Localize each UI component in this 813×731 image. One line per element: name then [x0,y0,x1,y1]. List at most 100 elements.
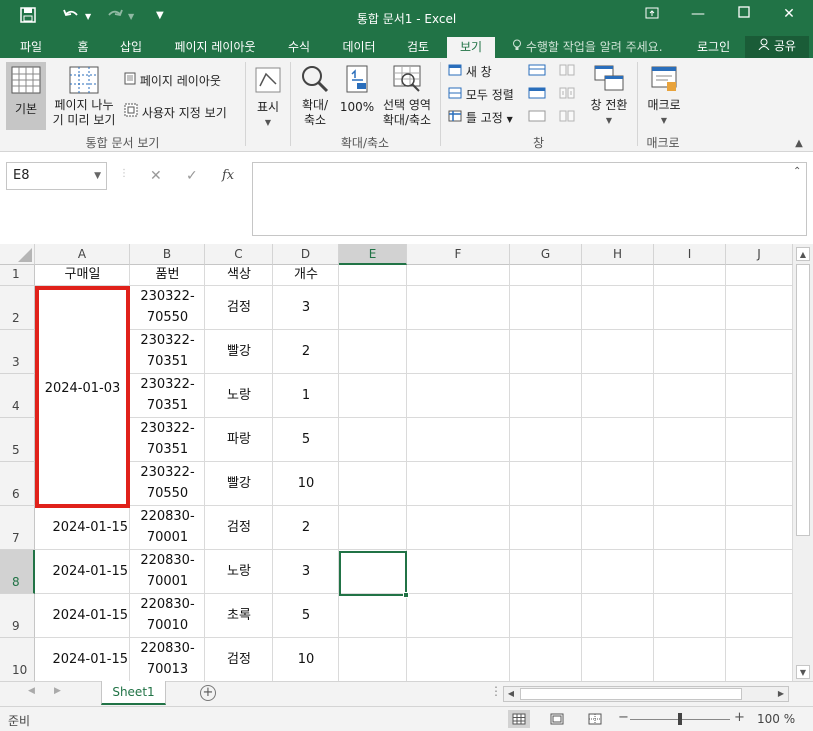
tab-page-layout[interactable]: 페이지 레이아웃 [165,37,265,58]
enter-icon[interactable]: ✓ [186,168,198,184]
collapse-ribbon-icon[interactable]: ▲ [792,136,806,151]
minimize-icon[interactable]: — [686,6,710,28]
part-number-cell-line1[interactable]: 220830- [130,550,205,571]
tab-file[interactable]: 파일 [8,37,54,58]
purchase-date-cell[interactable]: 2024-01-15 [35,605,130,627]
close-icon[interactable]: ✕ [777,6,801,28]
purchase-date-cell[interactable]: 2024-01-15 [35,649,130,671]
reset-window-position-icon[interactable] [556,110,578,126]
split-icon[interactable] [526,64,548,80]
zoom-button[interactable]: 확대/ 축소 [296,62,334,130]
part-number-cell-line2[interactable]: 70550 [130,307,205,329]
scroll-right-icon[interactable]: ▶ [775,687,787,701]
zoom-in-icon[interactable]: + [734,710,745,725]
column-header-j[interactable]: J [726,244,793,265]
macros-button[interactable]: 매크로 ▼ [642,62,686,130]
quantity-cell[interactable]: 1 [273,385,339,407]
merged-cell-a2-a6[interactable]: 2024-01-03 [35,286,130,508]
page-layout-view-icon[interactable] [546,710,568,728]
worksheet-grid[interactable]: ABCDEFGHIJ 1 2 3 4 5 6 7 8 9 10 구매일 품번 색상 개수 230322- 7… [0,244,813,681]
show-button[interactable]: 표시 ▼ [250,62,286,130]
color-cell[interactable]: 노랑 [205,561,273,583]
part-number-cell-line2[interactable]: 70351 [130,439,205,461]
zoom-to-selection-button[interactable]: 선택 영역 확대/축소 [378,62,436,130]
name-box-dropdown-icon[interactable]: ▼ [94,163,101,189]
tab-view[interactable]: 보기 [447,37,495,58]
hide-window-icon[interactable] [526,87,548,103]
login-link[interactable]: 로그인 [697,37,730,57]
color-cell[interactable]: 검정 [205,517,273,539]
column-header-e[interactable]: E [339,244,407,265]
row-header-8[interactable]: 8 [0,550,35,594]
zoom-100-button[interactable]: 100% [338,62,376,130]
name-box[interactable]: E8 ▼ [6,162,107,190]
header-cell-c[interactable]: 색상 [205,264,273,286]
tab-home[interactable]: 홈 [66,37,100,58]
header-cell-b[interactable]: 품번 [130,264,205,286]
part-number-cell-line2[interactable]: 70013 [130,659,205,681]
tab-insert[interactable]: 삽입 [112,37,150,58]
add-sheet-icon[interactable]: + [200,685,216,701]
column-header-c[interactable]: C [205,244,273,265]
zoom-slider[interactable] [630,713,730,725]
tab-formulas[interactable]: 수식 [280,37,318,58]
horizontal-scroll-thumb[interactable] [520,688,742,700]
zoom-out-icon[interactable]: − [618,710,629,725]
tab-split-handle[interactable]: ⋮ [490,684,502,698]
cancel-icon[interactable]: ✕ [150,168,162,184]
formula-input[interactable] [252,162,807,236]
row-header-9[interactable]: 9 [0,594,35,638]
page-break-view-icon[interactable] [584,710,606,728]
zoom-slider-knob[interactable] [678,713,682,725]
normal-view-icon[interactable] [508,710,530,728]
quantity-cell[interactable]: 5 [273,429,339,451]
fill-handle[interactable] [403,592,409,598]
column-header-f[interactable]: F [407,244,510,265]
part-number-cell-line2[interactable]: 70001 [130,527,205,549]
header-cell-a[interactable]: 구매일 [35,264,130,286]
part-number-cell-line1[interactable]: 220830- [130,638,205,659]
row-header-10[interactable]: 10 [0,638,35,681]
zoom-level[interactable]: 100 % [757,712,795,726]
new-window-button[interactable]: 새 창 [448,64,524,80]
part-number-cell-line2[interactable]: 70351 [130,351,205,373]
quantity-cell[interactable]: 3 [273,561,339,583]
part-number-cell-line2[interactable]: 70550 [130,483,205,505]
quantity-cell[interactable]: 5 [273,605,339,627]
part-number-cell-line1[interactable]: 220830- [130,506,205,527]
expand-formula-bar-icon[interactable]: ⌃ [793,166,801,177]
color-cell[interactable]: 검정 [205,297,273,319]
column-header-a[interactable]: A [35,244,130,265]
switch-windows-button[interactable]: 창 전환 ▼ [584,62,634,130]
quantity-cell[interactable]: 10 [273,473,339,495]
color-cell[interactable]: 노랑 [205,385,273,407]
color-cell[interactable]: 빨강 [205,473,273,495]
quantity-cell[interactable]: 2 [273,341,339,363]
tell-me-box[interactable]: 수행할 작업을 알려 주세요. [512,37,663,57]
sheet-tab-sheet1[interactable]: Sheet1 [101,681,166,705]
scroll-up-icon[interactable]: ▲ [796,247,810,261]
purchase-date-cell[interactable]: 2024-01-15 [35,517,130,539]
part-number-cell-line1[interactable]: 230322- [130,374,205,395]
custom-views-button[interactable]: 사용자 지정 보기 [124,103,239,121]
column-header-g[interactable]: G [510,244,582,265]
row-header-6[interactable]: 6 [0,462,35,506]
part-number-cell-line1[interactable]: 230322- [130,462,205,483]
color-cell[interactable]: 파랑 [205,429,273,451]
part-number-cell-line1[interactable]: 230322- [130,286,205,307]
next-sheet-icon[interactable]: ▶ [54,686,61,696]
row-header-5[interactable]: 5 [0,418,35,462]
part-number-cell-line2[interactable]: 70351 [130,395,205,417]
normal-view-button[interactable]: 기본 [6,62,46,130]
tab-data[interactable]: 데이터 [334,37,384,58]
color-cell[interactable]: 빨강 [205,341,273,363]
row-header-4[interactable]: 4 [0,374,35,418]
prev-sheet-icon[interactable]: ◀ [28,686,35,696]
insert-function-icon[interactable]: fx [222,168,234,183]
active-cell-e8[interactable] [339,551,409,598]
share-button[interactable]: 공유 [745,36,809,58]
part-number-cell-line1[interactable]: 230322- [130,330,205,351]
header-cell-d[interactable]: 개수 [273,264,339,286]
horizontal-scrollbar[interactable]: ◀ ▶ [503,686,789,702]
vertical-scroll-thumb[interactable] [796,264,810,536]
